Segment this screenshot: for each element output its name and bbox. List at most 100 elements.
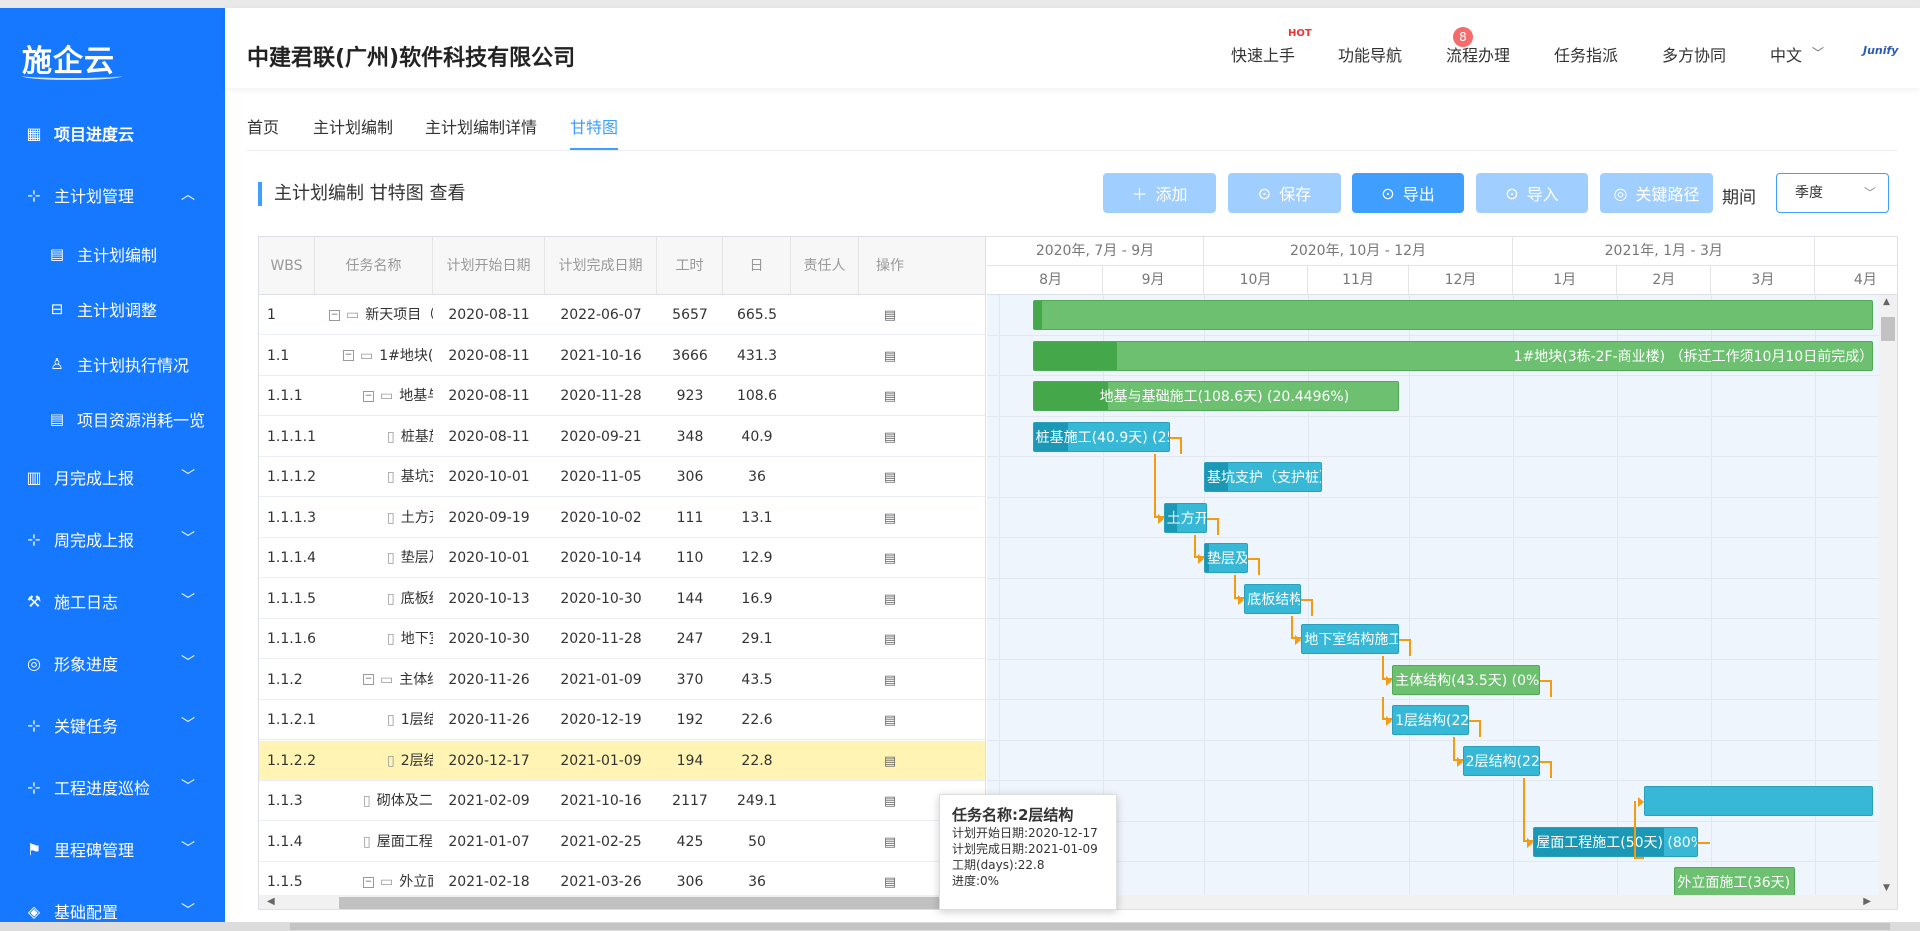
view-doc-icon[interactable]: ▤ xyxy=(884,389,896,404)
cell-name[interactable]: ▯ 砌体及二次 xyxy=(363,781,433,821)
scroll-thumb[interactable] xyxy=(339,897,959,909)
view-doc-icon[interactable]: ▤ xyxy=(884,835,896,850)
gantt-bar[interactable] xyxy=(1644,786,1873,816)
collapse-toggle-icon[interactable]: − xyxy=(363,674,374,685)
col-header-hours[interactable]: 工时 xyxy=(657,237,723,295)
gantt-bar[interactable]: 1层结构(22 xyxy=(1392,705,1470,735)
sidebar-subitem-plan-edit[interactable]: ▤ 主计划编制 xyxy=(0,226,225,281)
view-doc-icon[interactable]: ▤ xyxy=(884,794,896,809)
view-doc-icon[interactable]: ▤ xyxy=(884,713,896,728)
tab-gantt[interactable]: 甘特图 xyxy=(570,114,619,150)
gantt-bar[interactable]: 桩基施工(40.9天) (25% xyxy=(1032,421,1171,452)
gantt-bar[interactable]: 屋面工程施工(50天) (80%) xyxy=(1533,826,1698,857)
gantt-bar[interactable]: 1#地块(3栋-2F-商业楼) （拆迁工作须10月10日前完成）(431.3 xyxy=(1032,340,1873,371)
cell-name[interactable]: ▯ 底板结构 xyxy=(387,579,433,619)
vertical-scrollbar[interactable]: ▲ ▼ xyxy=(1879,295,1897,895)
cell-name[interactable]: ▯ 地下室结 xyxy=(387,619,433,659)
col-header-action[interactable]: 操作 xyxy=(859,237,921,295)
view-doc-icon[interactable]: ▤ xyxy=(884,673,896,688)
table-row[interactable]: 1.1.4 2021-01-07 2021-02-25 425 50 ▯ 屋面工程施 ▤ xyxy=(259,822,985,862)
sidebar-subitem-resource[interactable]: ▤ 项目资源消耗一览 xyxy=(0,391,225,446)
col-header-name[interactable]: 任务名称 xyxy=(315,237,433,295)
tab-plan-edit[interactable]: 主计划编制 xyxy=(313,114,393,138)
scroll-thumb[interactable] xyxy=(290,923,1890,930)
scroll-left-icon[interactable]: ◀ xyxy=(267,896,275,907)
gantt-bar[interactable]: 外立面施工(36天) (0 xyxy=(1674,867,1796,897)
table-row[interactable]: 1.1.1.3 2020-09-19 2020-10-02 111 13.1 ▯ 土方开挖 ▤ xyxy=(259,498,985,538)
cell-name[interactable]: −▭ 1#地块(3栋-2 xyxy=(343,336,433,376)
view-doc-icon[interactable]: ▤ xyxy=(884,592,896,607)
cell-name[interactable]: −▭ 新天项目（1号 xyxy=(329,295,433,335)
sidebar-item-key-tasks[interactable]: ⊹ 关键任务 ﹀ xyxy=(0,694,225,756)
avatar[interactable]: Junify xyxy=(1863,44,1898,57)
view-doc-icon[interactable]: ▤ xyxy=(884,551,896,566)
col-header-days[interactable]: 日 xyxy=(723,237,791,295)
col-header-wbs[interactable]: WBS xyxy=(259,237,315,295)
sidebar-item-image-progress[interactable]: ◎ 形象进度 ﹀ xyxy=(0,632,225,694)
critical-path-button[interactable]: ◎ 关键路径 xyxy=(1600,173,1713,213)
nav-quick-start[interactable]: 快速上手 xyxy=(1231,42,1295,66)
cell-name[interactable]: ▯ 土方开挖 xyxy=(387,498,433,538)
tab-plan-detail[interactable]: 主计划编制详情 xyxy=(425,114,537,138)
export-button[interactable]: ⊙ 导出 xyxy=(1352,173,1464,213)
scroll-up-icon[interactable]: ▲ xyxy=(1883,297,1890,307)
gantt-bar[interactable]: 基坑支护（支护桩） xyxy=(1203,462,1322,492)
cell-name[interactable]: −▭ 地基与基础 xyxy=(363,376,433,416)
table-row[interactable]: 1.1.1.5 2020-10-13 2020-10-30 144 16.9 ▯ 底板结构 ▤ xyxy=(259,579,985,619)
view-doc-icon[interactable]: ▤ xyxy=(884,308,896,323)
cell-name[interactable]: ▯ 桩基施工 xyxy=(387,417,433,457)
table-row[interactable]: 1 2020-08-11 2022-06-07 5657 665.5 −▭ 新天项目（1号 ▤ xyxy=(259,295,985,335)
sidebar-item-progress-cloud[interactable]: ▦ 项目进度云 xyxy=(0,102,225,164)
cell-name[interactable]: −▭ 主体结构 xyxy=(363,660,433,700)
cell-name[interactable]: ▯ 垫层及防 xyxy=(387,538,433,578)
table-row[interactable]: 1.1.1.4 2020-10-01 2020-10-14 110 12.9 ▯ 垫层及防 ▤ xyxy=(259,538,985,578)
sidebar-item-master-plan[interactable]: ⊹ 主计划管理 ︿ xyxy=(0,164,225,226)
gantt-bar[interactable]: 主体结构(43.5天) (0%) xyxy=(1392,664,1540,695)
table-row[interactable]: 1.1.3 2021-02-09 2021-10-16 2117 249.1 ▯ 砌体及二次… xyxy=(259,781,985,821)
view-doc-icon[interactable]: ▤ xyxy=(884,632,896,647)
table-row[interactable]: 1.1.2.2 2020-12-17 2021-01-09 194 22.8 ▯ 2层结构 ▤ xyxy=(259,740,985,781)
nav-workflow[interactable]: 流程办理 xyxy=(1446,42,1510,66)
nav-task-assign[interactable]: 任务指派 xyxy=(1554,42,1618,66)
gantt-bar[interactable]: 2层结构(22. xyxy=(1462,745,1540,776)
nav-function-guide[interactable]: 功能导航 xyxy=(1338,42,1402,66)
page-horizontal-scrollbar[interactable] xyxy=(0,922,1920,931)
tab-home[interactable]: 首页 xyxy=(247,114,279,138)
collapse-toggle-icon[interactable]: − xyxy=(363,876,374,888)
period-select[interactable]: 季度 ﹀ xyxy=(1776,173,1889,213)
scroll-thumb[interactable] xyxy=(1881,317,1895,341)
gantt-bar[interactable] xyxy=(1032,300,1873,330)
view-doc-icon[interactable]: ▤ xyxy=(884,430,896,445)
cell-name[interactable]: ▯ 1层结构 xyxy=(387,700,433,740)
table-row[interactable]: 1.1.1.2 2020-10-01 2020-11-05 306 36 ▯ 基坑支护 ▤ xyxy=(259,457,985,497)
view-doc-icon[interactable]: ▤ xyxy=(884,511,896,526)
view-doc-icon[interactable]: ▤ xyxy=(884,349,896,364)
add-button[interactable]: ＋ 添加 xyxy=(1103,173,1216,213)
collapse-toggle-icon[interactable]: − xyxy=(363,390,374,402)
cell-name[interactable]: ▯ 屋面工程施 xyxy=(363,822,433,862)
table-row[interactable]: 1.1.1.6 2020-10-30 2020-11-28 247 29.1 ▯ 地下室结 ▤ xyxy=(259,619,985,659)
sidebar-subitem-plan-adjust[interactable]: ⊟ 主计划调整 xyxy=(0,281,225,336)
sidebar-item-construction-log[interactable]: ⚒ 施工日志 ﹀ xyxy=(0,570,225,632)
sidebar-subitem-plan-execution[interactable]: ♙ 主计划执行情况 xyxy=(0,336,225,391)
view-doc-icon[interactable]: ▤ xyxy=(884,754,896,769)
scroll-down-icon[interactable]: ▼ xyxy=(1883,883,1890,893)
sidebar-item-weekly-report[interactable]: ⊹ 周完成上报 ﹀ xyxy=(0,508,225,570)
collapse-toggle-icon[interactable]: − xyxy=(329,309,340,321)
cell-name[interactable]: ▯ 基坑支护 xyxy=(387,457,433,497)
gantt-bar[interactable]: 土方开挖 xyxy=(1163,502,1208,533)
cell-name[interactable]: ▯ 2层结构 xyxy=(387,741,433,781)
table-row[interactable]: 1.1.2 2020-11-26 2021-01-09 370 43.5 −▭ 主体结构 ▤ xyxy=(259,660,985,700)
gantt-bar[interactable]: 地下室结构施工 xyxy=(1301,624,1399,654)
gantt-bar[interactable]: 地基与基础施工(108.6天) (20.4496%) xyxy=(1032,381,1399,411)
logo[interactable]: 施企云 xyxy=(0,8,225,108)
col-header-owner[interactable]: 责任人 xyxy=(791,237,859,295)
sidebar-item-monthly-report[interactable]: ▥ 月完成上报 ﹀ xyxy=(0,446,225,508)
table-row[interactable]: 1.1.1 2020-08-11 2020-11-28 923 108.6 −▭ 地基与基础… xyxy=(259,376,985,416)
sidebar-item-milestone[interactable]: ⚑ 里程碑管理 ﹀ xyxy=(0,818,225,880)
view-doc-icon[interactable]: ▤ xyxy=(884,875,896,890)
sidebar-item-inspection[interactable]: ⊹ 工程进度巡检 ﹀ xyxy=(0,756,225,818)
table-row[interactable]: 1.1.2.1 2020-11-26 2020-12-19 192 22.6 ▯ 1层结构 ▤ xyxy=(259,700,985,740)
language-select[interactable]: 中文 xyxy=(1770,42,1802,66)
import-button[interactable]: ⊙ 导入 xyxy=(1476,173,1588,213)
